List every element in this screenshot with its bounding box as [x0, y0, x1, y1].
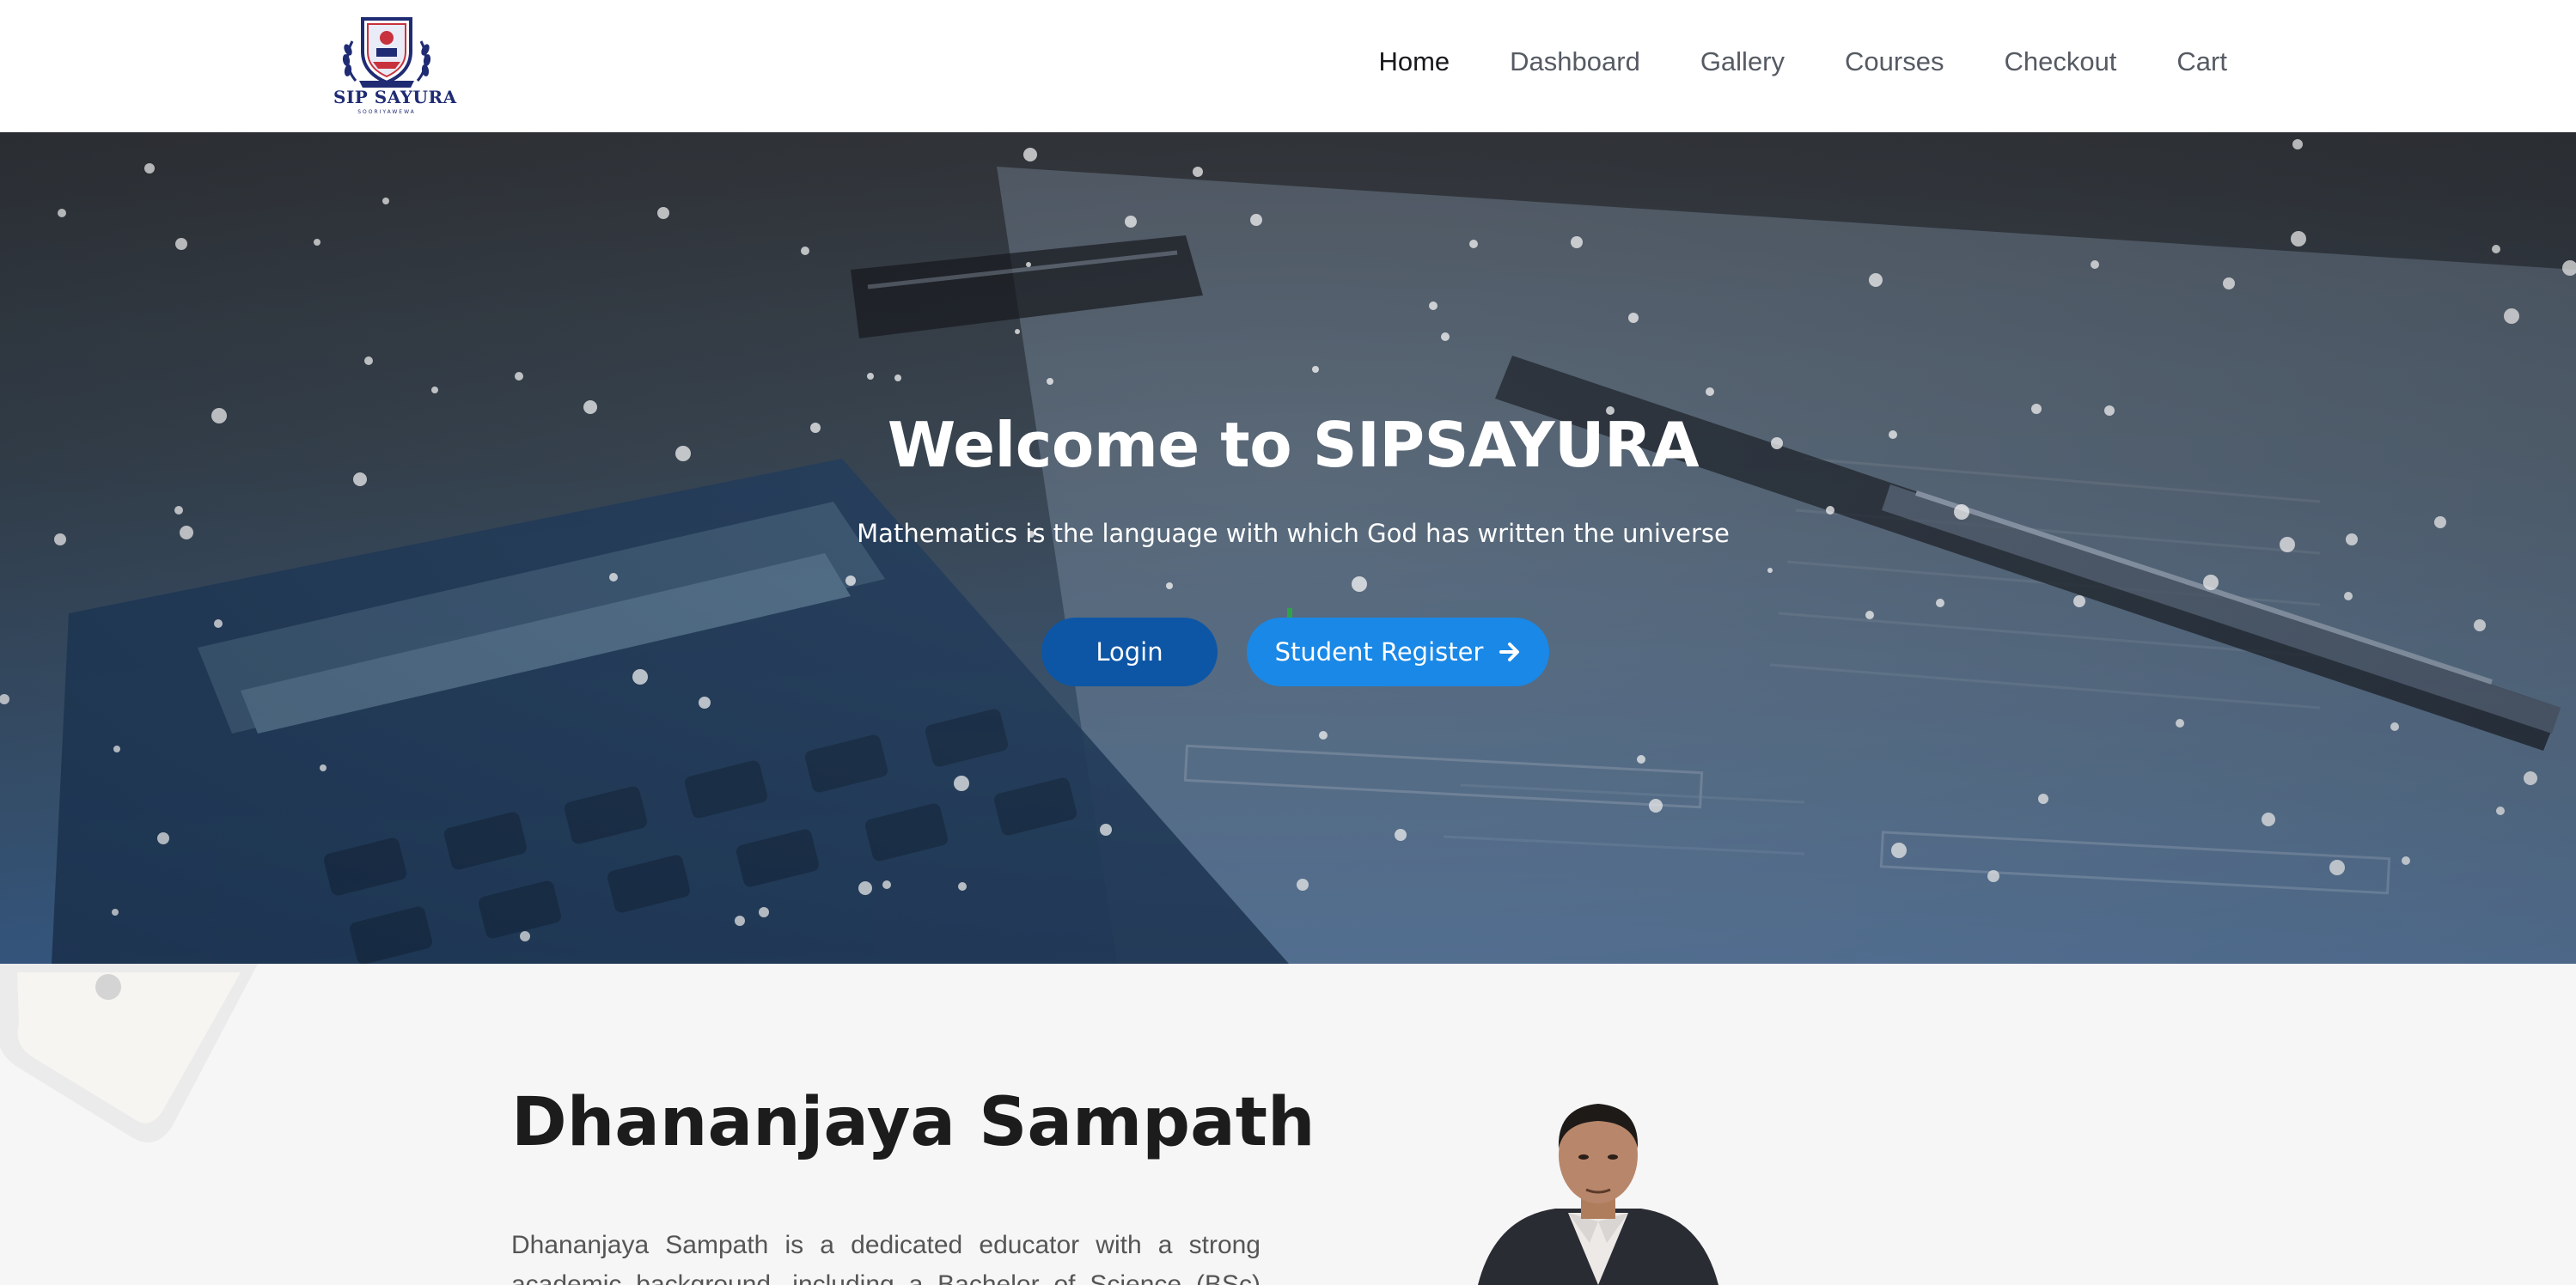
nav-home[interactable]: Home — [1378, 41, 1450, 82]
hero-overlay — [0, 132, 2576, 964]
decorative-phone-image — [0, 964, 258, 1142]
logo-tagline: SOORIYAWEWA — [357, 109, 416, 115]
nav-checkout[interactable]: Checkout — [2004, 41, 2116, 82]
login-button-label: Login — [1096, 637, 1163, 667]
nav-courses[interactable]: Courses — [1845, 41, 1944, 82]
logo-wordmark: SIP SAYURA — [333, 87, 457, 107]
teacher-bio: Dhananjaya Sampath is a dedicated educat… — [511, 1231, 1261, 1285]
teacher-portrait-photo — [1478, 1104, 1718, 1285]
hero-subtitle: Mathematics is the language with which G… — [857, 519, 1730, 548]
nav-cart[interactable]: Cart — [2176, 41, 2227, 82]
about-teacher-section: Dhananjaya Sampath Dhananjaya Sampath is… — [0, 964, 2576, 1285]
login-button[interactable]: Login — [1041, 618, 1218, 686]
hero-section: Welcome to SIPSAYURA Mathematics is the … — [0, 132, 2576, 964]
top-navbar: SIP SAYURA SOORIYAWEWA Home Dashboard Ga… — [0, 0, 2576, 132]
register-button-label: Student Register — [1274, 637, 1484, 667]
site-logo[interactable]: SIP SAYURA SOORIYAWEWA — [333, 7, 457, 115]
main-nav: Home Dashboard Gallery Courses Checkout … — [1318, 41, 2227, 82]
student-register-button[interactable]: Student Register — [1247, 618, 1549, 686]
teacher-name: Dhananjaya Sampath — [511, 1084, 1315, 1161]
arrow-right-icon — [1499, 642, 1520, 661]
nav-gallery[interactable]: Gallery — [1700, 41, 1785, 82]
hero-title: Welcome to SIPSAYURA — [887, 409, 1700, 481]
nav-dashboard[interactable]: Dashboard — [1510, 41, 1640, 82]
